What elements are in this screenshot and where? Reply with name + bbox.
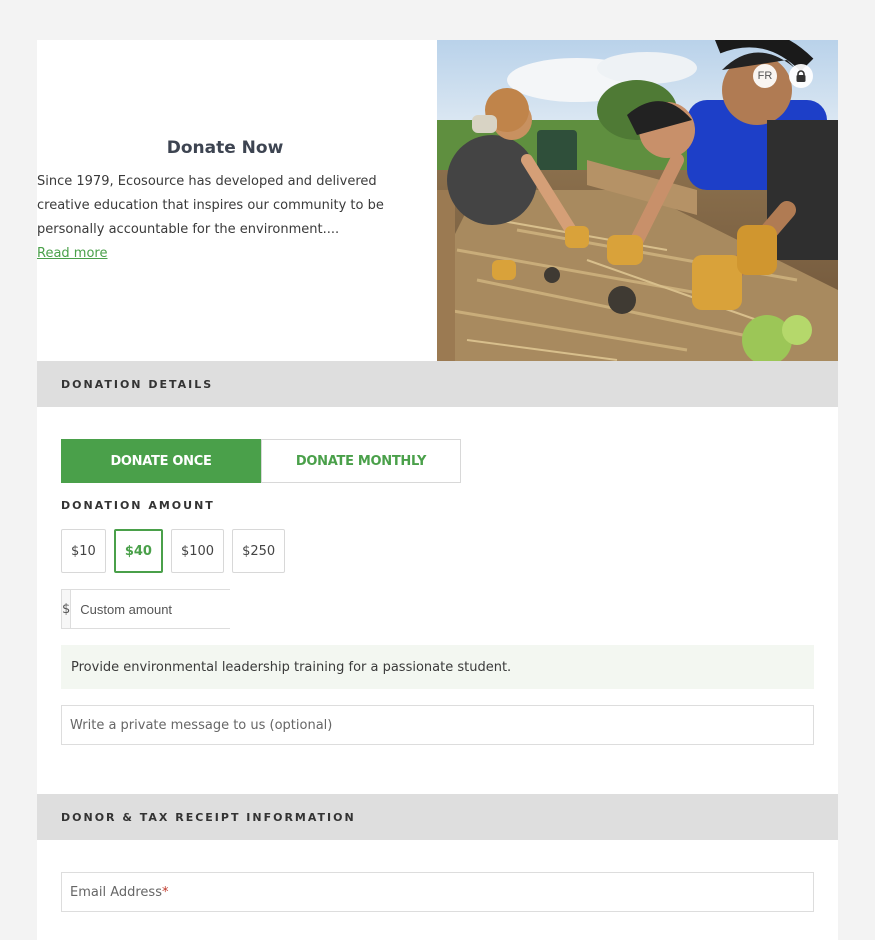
donation-card: Donate Now Since 1979, Ecosource has dev… [37,40,838,940]
donor-info-section: Email Address * [37,840,838,940]
amount-option-10[interactable]: $10 [61,529,106,573]
hero-section: Donate Now Since 1979, Ecosource has dev… [37,40,838,361]
donate-once-button[interactable]: DONATE ONCE [61,439,261,483]
amount-option-40[interactable]: $40 [113,529,163,573]
read-more-link[interactable]: Read more [37,242,107,266]
email-field-label: Email Address [70,884,162,900]
custom-amount-input[interactable] [71,590,257,628]
intro-description: Since 1979, Ecosource has developed and … [37,174,384,237]
lock-icon [796,69,806,82]
custom-amount-field: $ [61,589,257,629]
gardening-photo [437,40,838,361]
donation-amount-label: DONATION AMOUNT [61,499,215,512]
email-field[interactable]: Email Address * [61,872,814,912]
amount-option-100[interactable]: $100 [170,529,225,573]
language-toggle-button[interactable]: FR [753,64,777,88]
amount-option-250[interactable]: $250 [232,529,286,573]
donate-monthly-button[interactable]: DONATE MONTHLY [261,439,461,483]
impact-message: Provide environmental leadership trainin… [61,645,814,689]
required-mark: * [161,884,169,900]
secure-lock-button[interactable] [789,64,813,88]
intro-panel: Donate Now Since 1979, Ecosource has dev… [37,40,437,361]
amount-options: $10 $40 $100 $250 [61,529,293,573]
donation-details-header: DONATION DETAILS [37,361,838,407]
page-title: Donate Now [166,138,284,158]
currency-symbol: $ [62,590,72,628]
hero-photo [437,40,838,361]
donation-details-section: DONATE ONCE DONATE MONTHLY DONATION AMOU… [37,407,838,794]
donor-info-header: DONOR & TAX RECEIPT INFORMATION [37,794,838,840]
private-message-field[interactable]: Write a private message to us (optional) [61,705,814,745]
frequency-toggle: DONATE ONCE DONATE MONTHLY [61,439,461,483]
